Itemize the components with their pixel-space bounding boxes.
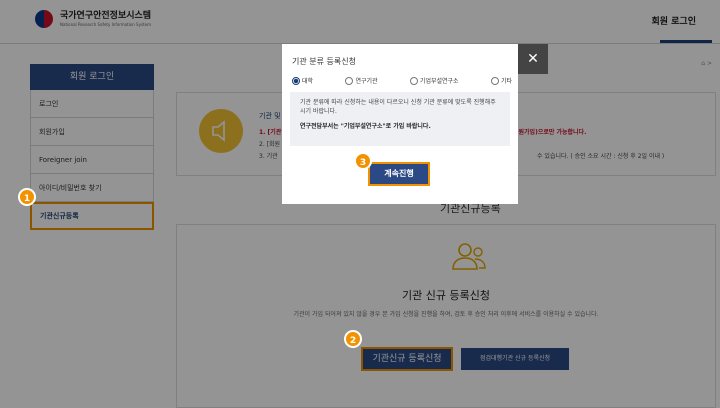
radio-university[interactable]: 대학	[292, 76, 313, 85]
modal-title: 기관 분류 등록신청	[292, 57, 356, 66]
radio-unselected-icon[interactable]	[490, 76, 499, 85]
step-marker-1: 1	[18, 188, 36, 206]
modal-info-box: 기관 분류에 따라 신청하는 내용이 다르오니 신청 기관 분류에 맞도록 진행…	[290, 92, 510, 146]
radio-other[interactable]: 기타	[490, 76, 512, 85]
modal-close-button[interactable]: ✕	[518, 44, 548, 74]
radio-unselected-icon[interactable]	[409, 76, 418, 85]
radio-selected-icon[interactable]	[292, 76, 300, 85]
radio-corporate-lab[interactable]: 기업부설연구소	[409, 76, 459, 85]
step-marker-2: 2	[344, 330, 362, 348]
institution-type-radio-group: 대학 연구기관 기업부설연구소 기타	[292, 76, 512, 85]
continue-button[interactable]: 계속진행	[368, 162, 430, 186]
radio-unselected-icon[interactable]	[345, 76, 354, 85]
modal-info-text: 기관 분류에 따라 신청하는 내용이 다르오니 신청 기관 분류에 맞도록 진행…	[300, 99, 496, 115]
radio-research-institute[interactable]: 연구기관	[345, 76, 378, 85]
step-marker-3: 3	[354, 152, 372, 170]
modal-info-bold: 연구전담부서는 "기업부설연구소"로 가입 바랍니다.	[300, 123, 431, 130]
institution-type-modal: 기관 분류 등록신청 대학 연구기관 기업부설연구소 기타 기관 분류에 따라 …	[282, 44, 518, 204]
